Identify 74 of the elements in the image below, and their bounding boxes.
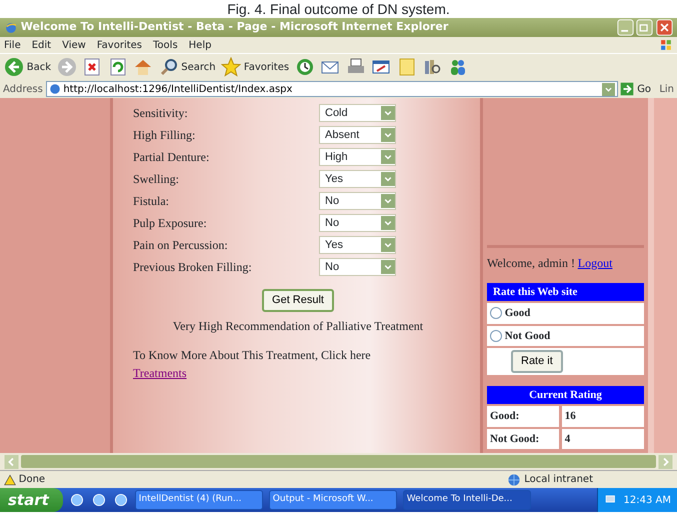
info-text: To Know More About This Treatment, Click here — [133, 347, 372, 364]
taskbar-button[interactable]: Output - Microsoft W... — [268, 490, 397, 510]
field-label: High Filling: — [133, 127, 196, 144]
address-field[interactable]: http://localhost:1296/IntelliDentist/Index.aspx — [46, 81, 618, 97]
select-field[interactable]: Yes — [319, 170, 396, 188]
panel-header: Current Rating — [487, 386, 644, 404]
menu-item[interactable]: File — [4, 38, 21, 52]
welcome-text: Welcome, admin ! — [487, 254, 576, 272]
browser-icon[interactable] — [4, 20, 18, 34]
panel-header: Rate this Web site — [487, 282, 644, 301]
history-icon[interactable] — [294, 57, 315, 77]
rate-button[interactable]: Rate it — [511, 350, 563, 372]
table-cell: Good: — [487, 406, 559, 426]
back-icon — [4, 57, 24, 77]
table-cell: Not Good: — [487, 428, 559, 449]
radio-button[interactable] — [490, 307, 502, 320]
zone-indicator: Local intranet — [507, 472, 593, 487]
logout-link[interactable]: Logout — [578, 254, 612, 272]
globe-icon — [507, 472, 522, 486]
close-button[interactable] — [656, 19, 673, 36]
taskbar-button[interactable]: IntellDentist (4) (Run... — [134, 490, 263, 510]
menu-item[interactable]: View — [62, 38, 86, 52]
get-result-button[interactable]: Get Result — [262, 289, 334, 312]
clock: 12:43 AM — [624, 494, 671, 508]
search-button[interactable]: Search — [158, 57, 216, 77]
forward-icon[interactable] — [56, 57, 77, 77]
window-title: Welcome To Intelli-Dentist - Beta - Page - Microsoft Internet Explorer — [20, 19, 450, 36]
books-icon[interactable] — [422, 57, 442, 77]
menu-item[interactable]: Edit — [32, 38, 52, 52]
select-field[interactable]: Absent — [319, 126, 396, 144]
select-field[interactable]: High — [319, 148, 396, 166]
note-icon[interactable] — [396, 57, 417, 77]
treatments-link[interactable]: Treatments — [133, 366, 187, 380]
field-label: Previous Broken Filling: — [133, 259, 253, 276]
select-field[interactable]: No — [319, 192, 396, 210]
links-label[interactable]: Lin — [659, 82, 674, 96]
field-label: Swelling: — [133, 171, 180, 188]
field-label: Pulp Exposure: — [133, 215, 208, 232]
scrollbar-thumb[interactable] — [21, 455, 656, 468]
go-button[interactable]: Go — [620, 82, 652, 96]
stop-icon[interactable] — [82, 57, 102, 77]
menu-item[interactable]: Favorites — [96, 38, 142, 52]
table-cell: 16 — [562, 406, 644, 426]
select-field[interactable]: Cold — [319, 104, 396, 122]
table-cell: 4 — [562, 428, 644, 449]
taskbar-button[interactable]: Welcome To Intelli-De... — [402, 490, 531, 510]
menu-item[interactable]: Tools — [153, 38, 178, 52]
field-label: Fistula: — [133, 193, 170, 210]
radio-button[interactable] — [490, 330, 502, 342]
field-label: Pain on Percussion: — [133, 237, 229, 254]
scroll-left-icon[interactable] — [4, 454, 19, 468]
warning-icon — [4, 474, 16, 486]
start-button[interactable]: start — [0, 488, 63, 512]
home-icon[interactable] — [133, 57, 154, 77]
figure-caption: Fig. 4. Final outcome of DN system. — [226, 0, 451, 18]
field-label: Sensitivity: — [133, 105, 189, 122]
refresh-icon[interactable] — [108, 57, 128, 77]
favorites-button[interactable]: Favorites — [221, 57, 290, 77]
windows-flag-icon — [659, 38, 673, 52]
scroll-right-icon[interactable] — [658, 454, 673, 468]
menu-item[interactable]: Help — [188, 38, 212, 52]
arrow-icon — [620, 82, 634, 96]
search-icon — [158, 57, 179, 77]
select-field[interactable]: No — [319, 258, 396, 276]
select-field[interactable]: No — [319, 214, 396, 232]
field-label: Partial Denture: — [133, 149, 210, 166]
star-icon — [221, 57, 242, 77]
restore-button[interactable] — [636, 19, 654, 36]
address-label: Address — [3, 82, 43, 96]
back-button[interactable]: Back — [4, 57, 52, 77]
select-field[interactable]: Yes — [319, 236, 396, 254]
status-text: Done — [18, 473, 46, 487]
result-text: Very High Recommendation of Palliative Treatment — [172, 319, 424, 333]
minimize-button[interactable] — [616, 19, 634, 36]
